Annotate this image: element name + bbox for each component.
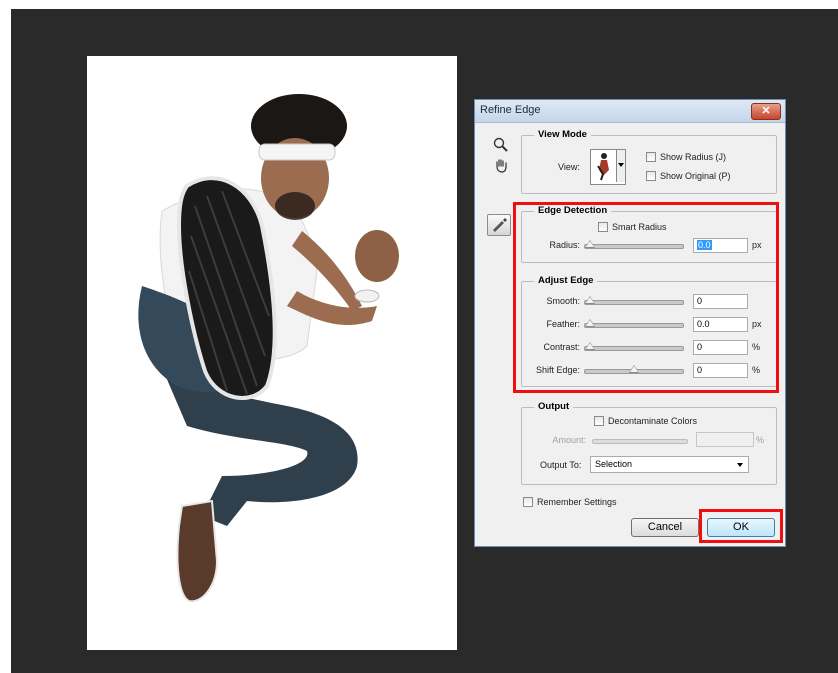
edge-detection-legend: Edge Detection: [534, 205, 612, 216]
amount-label: Amount:: [552, 435, 586, 445]
output-to-value: Selection: [595, 459, 633, 469]
output-to-select[interactable]: Selection: [590, 456, 749, 473]
contrast-label: Contrast:: [543, 342, 580, 352]
shift-edge-slider[interactable]: [584, 365, 684, 374]
decontaminate-colors-label[interactable]: Decontaminate Colors: [608, 416, 697, 426]
output-to-label: Output To:: [540, 460, 582, 470]
smart-radius-checkbox[interactable]: [598, 222, 608, 232]
show-original-checkbox[interactable]: [646, 171, 656, 181]
ok-button[interactable]: OK: [707, 518, 775, 537]
chevron-down-icon: [618, 163, 624, 167]
dialog-title: Refine Edge: [480, 104, 541, 116]
contrast-unit: %: [752, 342, 761, 352]
smooth-slider-thumb[interactable]: [585, 296, 595, 304]
shift-edge-field[interactable]: 0: [693, 363, 748, 378]
smooth-field[interactable]: 0: [693, 294, 748, 309]
radius-slider-thumb[interactable]: [585, 240, 595, 248]
adjust-edge-group: Adjust Edge Smooth: 0 Feather: 0.0 px Co…: [521, 275, 777, 387]
chevron-down-icon: [737, 463, 743, 467]
radius-value: 0.0: [697, 240, 712, 250]
view-label: View:: [558, 162, 580, 172]
feather-label: Feather:: [546, 319, 580, 329]
refine-radius-tool-button[interactable]: [487, 214, 511, 236]
radius-label: Radius:: [549, 240, 580, 250]
output-legend: Output: [534, 401, 574, 412]
hand-tool-icon[interactable]: [493, 157, 509, 173]
contrast-slider[interactable]: [584, 342, 684, 351]
adjust-edge-legend: Adjust Edge: [534, 275, 598, 286]
show-radius-label[interactable]: Show Radius (J): [660, 152, 726, 162]
feather-field[interactable]: 0.0: [693, 317, 748, 332]
amount-field: [696, 432, 754, 447]
remember-settings-checkbox[interactable]: [523, 497, 533, 507]
feather-slider[interactable]: [584, 319, 684, 328]
edge-detection-group: Edge Detection Smart Radius Radius: 0.0 …: [521, 205, 777, 263]
show-original-label[interactable]: Show Original (P): [660, 171, 731, 181]
show-radius-checkbox[interactable]: [646, 152, 656, 162]
view-dropdown-arrow[interactable]: [616, 150, 625, 182]
smooth-label: Smooth:: [546, 296, 580, 306]
contrast-slider-thumb[interactable]: [585, 342, 595, 350]
remember-settings-label[interactable]: Remember Settings: [537, 497, 617, 507]
headband: [258, 143, 336, 161]
view-mode-dropdown[interactable]: [590, 149, 626, 185]
amount-unit: %: [756, 435, 765, 445]
amount-slider: [592, 439, 688, 444]
shift-edge-unit: %: [752, 365, 761, 375]
decontaminate-colors-checkbox[interactable]: [594, 416, 604, 426]
document-canvas[interactable]: [87, 56, 457, 650]
contrast-field[interactable]: 0: [693, 340, 748, 355]
wristband: [354, 289, 380, 303]
dialog-titlebar[interactable]: Refine Edge ✕: [475, 100, 785, 123]
smart-radius-label[interactable]: Smart Radius: [612, 222, 667, 232]
smooth-slider[interactable]: [584, 296, 684, 305]
feather-slider-thumb[interactable]: [585, 319, 595, 327]
shift-edge-slider-thumb[interactable]: [629, 365, 639, 373]
view-thumbnail-icon: [597, 153, 609, 181]
photo-jumping-man: [138, 94, 399, 603]
cancel-button[interactable]: Cancel: [631, 518, 699, 537]
view-mode-legend: View Mode: [534, 129, 591, 140]
feather-unit: px: [752, 319, 762, 329]
radius-unit: px: [752, 240, 762, 250]
output-group: Output Decontaminate Colors Amount: % Ou…: [521, 401, 777, 485]
shift-edge-label: Shift Edge:: [535, 365, 580, 375]
brown-sneaker: [176, 499, 219, 603]
radius-field[interactable]: 0.0: [693, 238, 748, 253]
beard: [275, 192, 315, 220]
close-button[interactable]: ✕: [751, 103, 781, 120]
view-mode-group: View Mode View: Show Radius (J) Show Ori…: [521, 129, 777, 194]
refine-radius-brush-icon: [493, 218, 507, 232]
fists: [355, 230, 399, 282]
refine-edge-dialog: Refine Edge ✕ View Mode View: Show Radiu…: [474, 99, 786, 547]
radius-slider[interactable]: [584, 240, 684, 249]
zoom-tool-icon[interactable]: [493, 137, 509, 153]
